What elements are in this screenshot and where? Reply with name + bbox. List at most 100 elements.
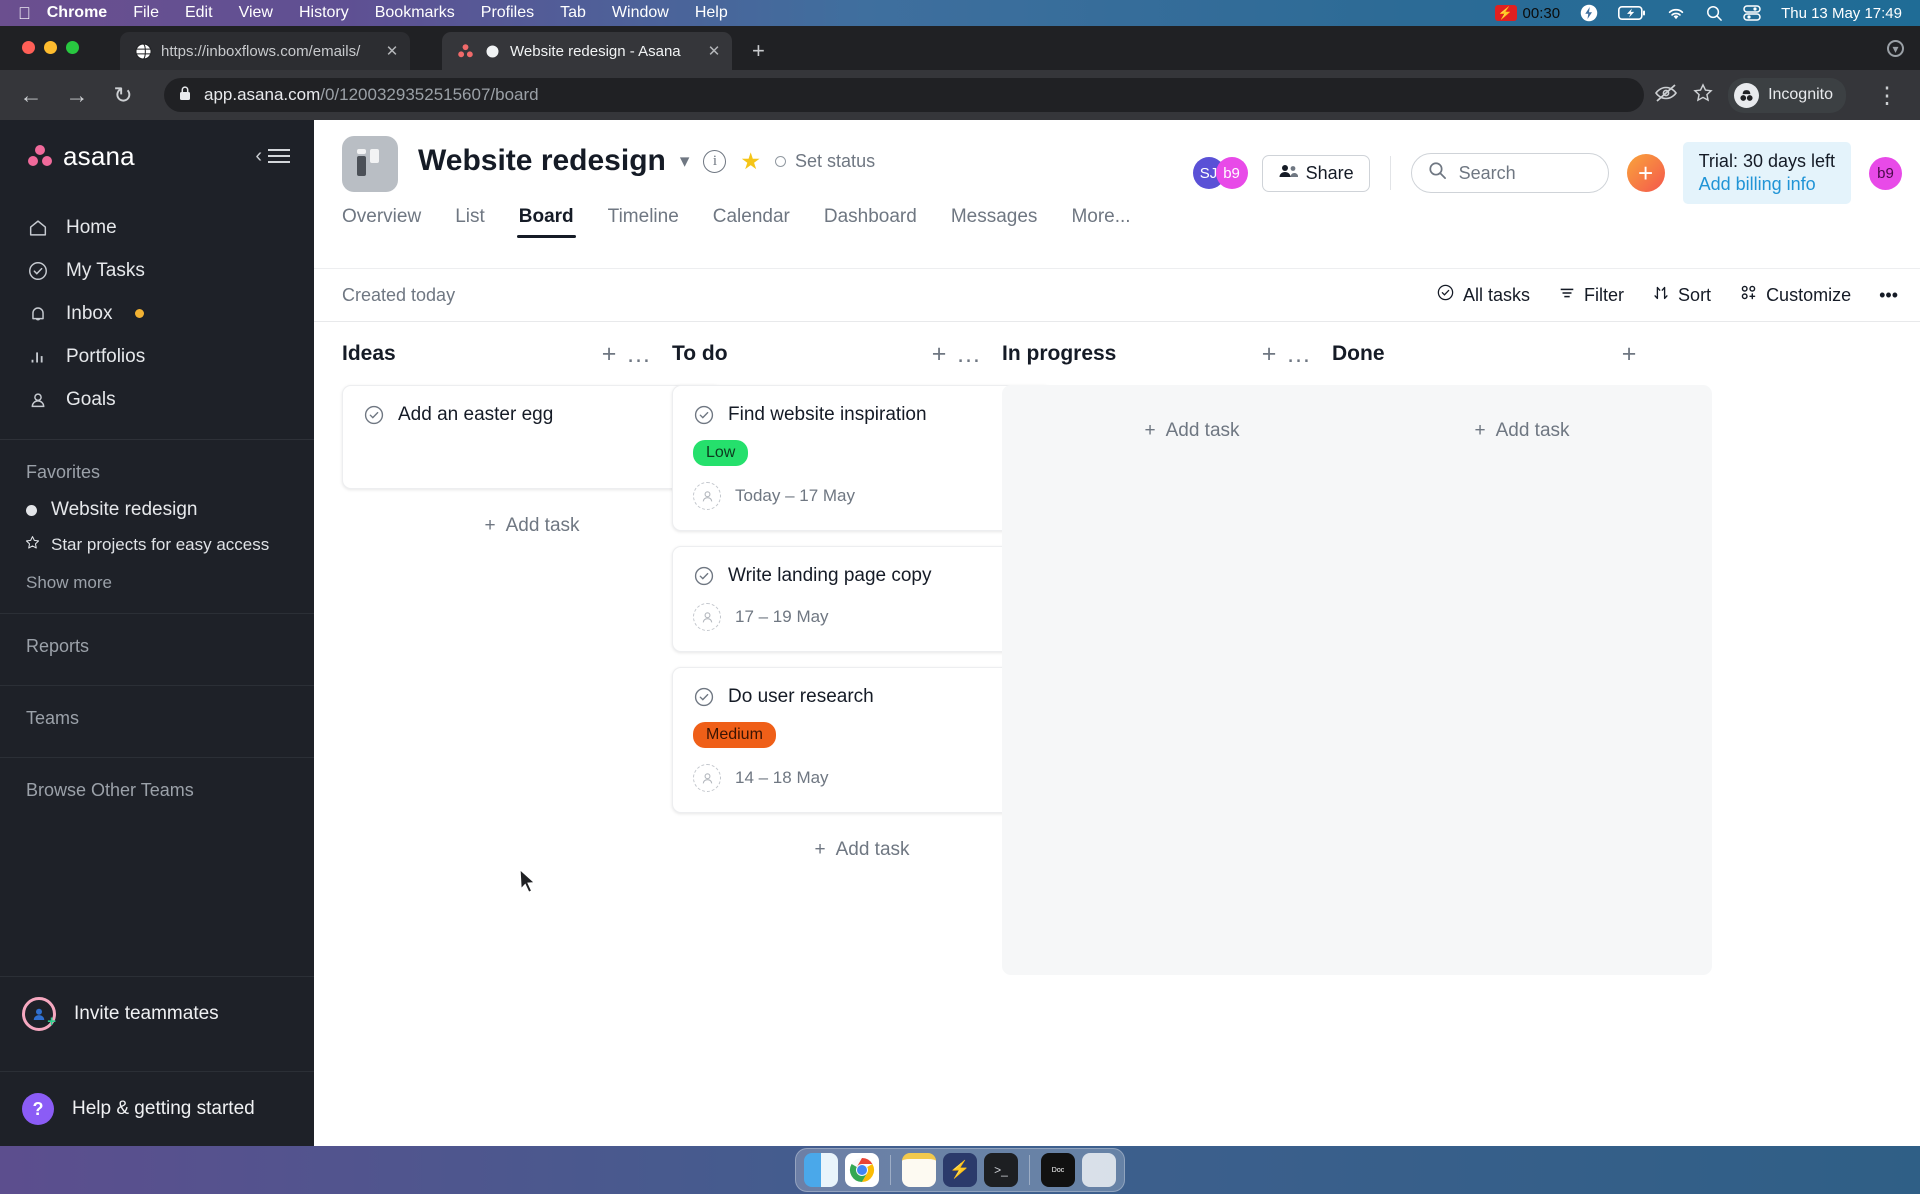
create-button[interactable]: + [1626,154,1665,192]
incognito-profile-button[interactable]: Incognito [1728,77,1846,113]
invite-teammates-button[interactable]: + Invite teammates [0,977,314,1051]
tab-search-icon[interactable]: ▾ [1887,40,1904,57]
favorite-star-icon[interactable]: ★ [740,148,761,175]
tab-list[interactable]: List [438,206,502,238]
trash-icon[interactable] [1082,1153,1116,1187]
add-task-button[interactable]: + Add task [1474,409,1569,453]
priority-tag[interactable]: Medium [693,722,776,748]
bolt-icon[interactable] [1580,4,1598,22]
apple-icon[interactable]:  [18,5,31,22]
assignee-avatar[interactable] [693,764,721,792]
doc-icon[interactable]: Doc [1041,1153,1075,1187]
terminal-icon[interactable]: >_ [984,1153,1018,1187]
tab-overview[interactable]: Overview [342,206,438,238]
sidebar-item-home[interactable]: Home [0,206,314,249]
empty-column-dropzone[interactable]: + Add task [1332,385,1712,975]
add-task-button[interactable]: + Add task [672,828,1052,872]
menu-tab[interactable]: Tab [560,4,586,22]
board-overflow-menu[interactable]: ••• [1879,285,1898,306]
finder-icon[interactable] [804,1153,838,1187]
add-task-to-column-icon[interactable]: + [1614,340,1644,369]
empty-column-dropzone[interactable]: + Add task [1002,385,1382,975]
screen-recording-timer[interactable]: ⚡ 00:30 [1494,5,1560,22]
minimize-window-button[interactable] [44,41,57,54]
menu-bar-clock[interactable]: Thu 13 May 17:49 [1781,5,1902,22]
task-card[interactable]: Write landing page copy 17 – 19 May [672,546,1052,652]
bookmark-star-icon[interactable] [1692,82,1714,109]
tab-timeline[interactable]: Timeline [591,206,696,238]
trial-banner[interactable]: Trial: 30 days left Add billing info [1682,142,1851,204]
sort-button[interactable]: Sort [1652,284,1711,307]
add-billing-info-link[interactable]: Add billing info [1699,174,1835,195]
project-members[interactable]: SJ b9 [1192,157,1248,189]
due-date[interactable]: 17 – 19 May [735,607,829,627]
task-card[interactable]: Do user research Medium 14 – 18 May [672,667,1052,813]
column-menu-icon[interactable]: … [624,340,654,369]
close-icon[interactable]: ✕ [384,42,400,60]
sidebar-browse-other-teams[interactable]: Browse Other Teams [0,758,314,809]
reload-icon[interactable]: ↻ [104,82,142,109]
hidden-eye-icon[interactable] [1654,83,1678,108]
assignee-avatar[interactable] [693,603,721,631]
thunder-icon[interactable]: ⚡ [943,1153,977,1187]
sidebar-section-reports[interactable]: Reports [0,614,314,665]
help-button[interactable]: ? Help & getting started [0,1072,314,1146]
menu-chrome[interactable]: Chrome [47,4,107,22]
search-input[interactable]: Search [1410,153,1609,193]
tab-board[interactable]: Board [502,206,591,238]
complete-task-icon[interactable] [693,686,715,708]
browser-tab-asana[interactable]: Website redesign - Asana ✕ [442,32,732,70]
menu-profiles[interactable]: Profiles [481,4,534,22]
add-task-to-column-icon[interactable]: + [924,340,954,369]
complete-task-icon[interactable] [693,404,715,426]
battery-charging-icon[interactable] [1618,6,1646,20]
sidebar-section-teams[interactable]: Teams [0,686,314,737]
filter-button[interactable]: Filter [1558,284,1624,307]
tab-calendar[interactable]: Calendar [696,206,807,238]
menu-history[interactable]: History [299,4,349,22]
three-dot-menu-icon[interactable]: ⋮ [1868,82,1906,109]
chevron-down-icon[interactable]: ▾ [680,150,690,173]
tab-dashboard[interactable]: Dashboard [807,206,934,238]
asana-logo[interactable]: asana [26,141,135,172]
task-card[interactable]: Add an easter egg [342,385,722,489]
sidebar-show-more[interactable]: Show more [0,561,314,593]
complete-task-icon[interactable] [693,565,715,587]
wifi-icon[interactable] [1666,6,1686,21]
menu-bookmarks[interactable]: Bookmarks [375,4,455,22]
address-bar[interactable]: app.asana.com/0/1200329352515607/board [164,78,1644,112]
sidebar-item-inbox[interactable]: Inbox [0,292,314,335]
sidebar-item-goals[interactable]: Goals [0,378,314,421]
share-button[interactable]: Share [1261,154,1370,192]
add-task-to-column-icon[interactable]: + [594,340,624,369]
notes-icon[interactable] [902,1153,936,1187]
info-icon[interactable]: i [703,149,727,173]
task-card[interactable]: Find website inspiration Low Today – 17 … [672,385,1052,531]
menu-help[interactable]: Help [695,4,728,22]
due-date[interactable]: Today – 17 May [735,486,855,506]
close-window-button[interactable] [22,41,35,54]
new-tab-button[interactable]: + [752,40,765,62]
column-menu-icon[interactable]: … [1284,340,1314,369]
control-center-icon[interactable] [1743,5,1761,21]
priority-tag[interactable]: Low [693,440,749,466]
sidebar-item-my-tasks[interactable]: My Tasks [0,249,314,292]
sidebar-item-portfolios[interactable]: Portfolios [0,335,314,378]
add-task-button[interactable]: + Add task [342,504,722,548]
column-menu-icon[interactable]: … [954,340,984,369]
browser-tab-inboxflows[interactable]: https://inboxflows.com/emails/ ✕ [120,32,410,70]
tab-more[interactable]: More... [1054,206,1147,238]
assignee-avatar[interactable] [693,482,721,510]
collapse-sidebar-icon[interactable]: ‹ [255,145,292,168]
menu-file[interactable]: File [133,4,159,22]
tab-messages[interactable]: Messages [934,206,1055,238]
add-task-to-column-icon[interactable]: + [1254,340,1284,369]
menu-edit[interactable]: Edit [185,4,213,22]
close-icon[interactable]: ✕ [706,42,722,60]
menu-window[interactable]: Window [612,4,669,22]
complete-task-icon[interactable] [363,404,385,426]
customize-button[interactable]: Customize [1739,283,1851,307]
avatar[interactable]: b9 [1215,157,1248,189]
back-arrow-icon[interactable]: ← [12,82,50,109]
menu-view[interactable]: View [239,4,273,22]
